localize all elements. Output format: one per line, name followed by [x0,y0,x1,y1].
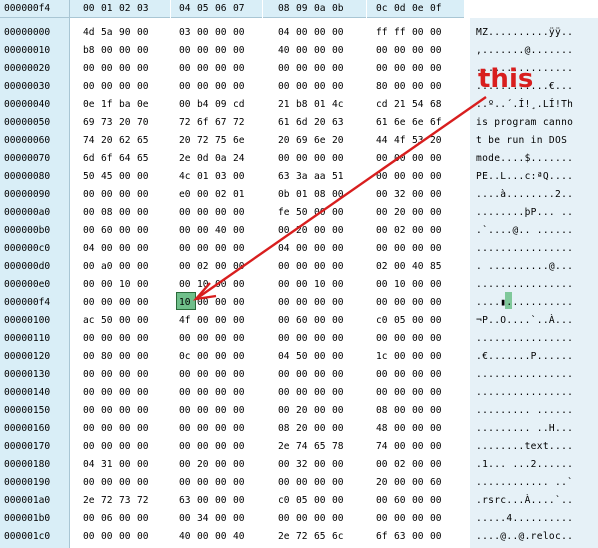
annotation-label: this [478,64,534,94]
